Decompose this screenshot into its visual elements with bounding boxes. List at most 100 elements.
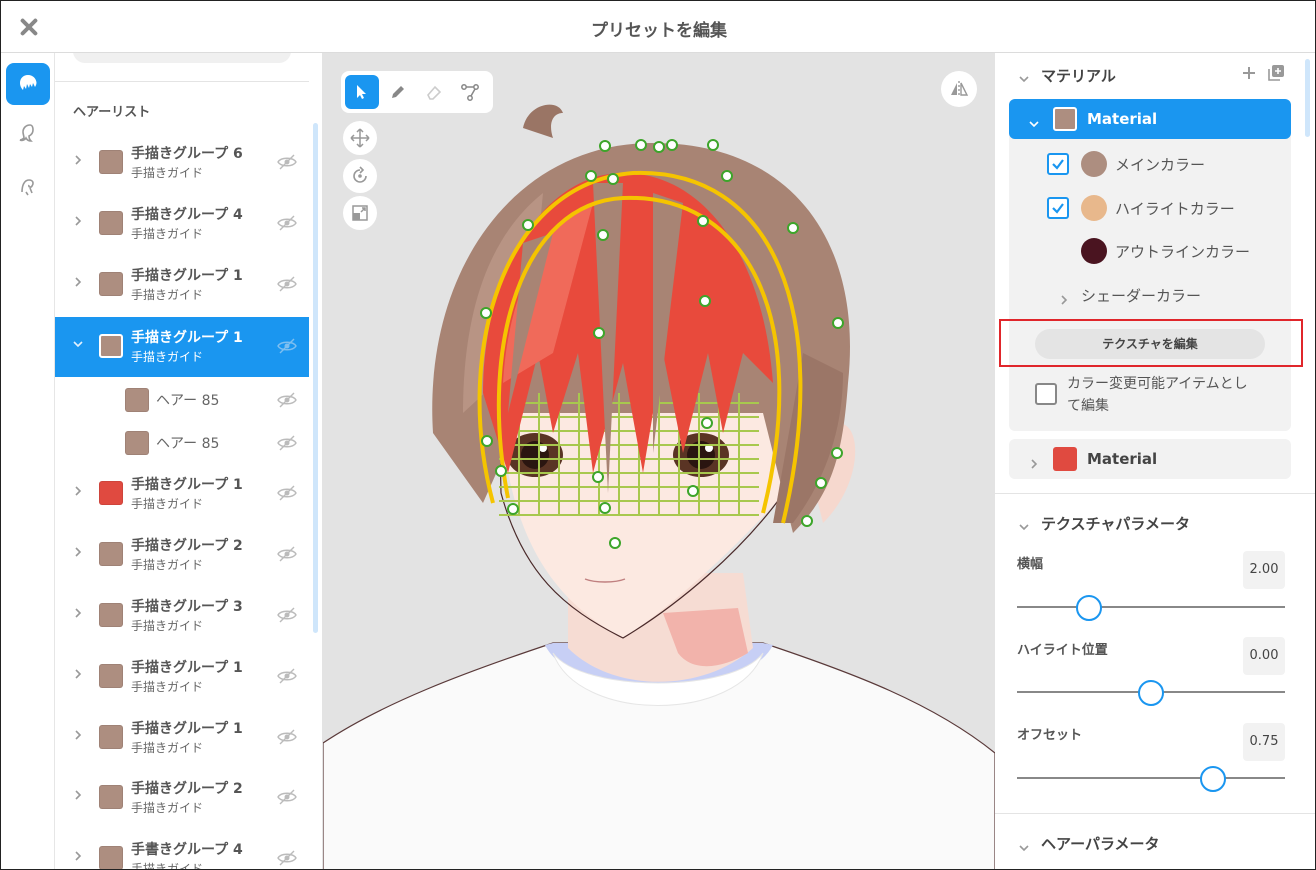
list-scrollbar[interactable] <box>313 123 318 633</box>
hair-group-row[interactable]: 手描きグループ 4 手描きガイド <box>55 194 309 254</box>
hair-group-row[interactable]: 手描きグループ 1 手描きガイド <box>55 255 309 315</box>
slider-thumb[interactable] <box>1076 595 1103 621</box>
hide-icon[interactable] <box>277 546 297 562</box>
pen-tool-button[interactable] <box>381 75 415 109</box>
chevron-right-icon[interactable] <box>73 851 83 861</box>
highlight-color-dot[interactable] <box>1081 195 1107 221</box>
hair-group-row[interactable]: 手描きグループ 3 手描きガイド <box>55 586 309 646</box>
hide-icon[interactable] <box>277 276 297 292</box>
eraser-tool-button[interactable] <box>417 75 451 109</box>
rotate-tool-button[interactable] <box>343 159 377 193</box>
outline-color-row[interactable]: アウトラインカラー <box>1009 231 1291 271</box>
select-tool-button[interactable] <box>345 75 379 109</box>
chevron-right-icon[interactable] <box>73 155 83 165</box>
chevron-right-icon[interactable] <box>73 669 83 679</box>
highlight-position-slider[interactable] <box>1017 678 1285 706</box>
move-tool-button[interactable] <box>343 121 377 155</box>
editable-item-label-line2: て編集 <box>1067 398 1109 414</box>
hair-group-row[interactable]: 手描きグループ 2 手描きガイド <box>55 768 309 828</box>
scale-tool-button[interactable] <box>343 196 377 230</box>
duplicate-icon[interactable] <box>1267 64 1285 82</box>
outline-color-label: アウトラインカラー <box>1115 243 1251 261</box>
chevron-down-icon[interactable] <box>1019 517 1029 531</box>
hair-group-subtitle: 手描きガイド <box>131 680 204 694</box>
chevron-right-icon[interactable] <box>73 486 83 496</box>
check-icon <box>1052 203 1064 214</box>
highlight-color-checkbox[interactable] <box>1047 197 1069 219</box>
hide-icon[interactable] <box>277 668 297 684</box>
hair-color-swatch <box>99 272 123 296</box>
chevron-right-icon[interactable] <box>1029 454 1039 469</box>
hide-icon[interactable] <box>277 789 297 805</box>
hide-icon[interactable] <box>277 607 297 623</box>
hide-icon[interactable] <box>277 435 297 451</box>
width-slider[interactable] <box>1017 593 1285 621</box>
chevron-right-icon[interactable] <box>73 216 83 226</box>
hair-category-button[interactable] <box>6 63 50 105</box>
highlight-position-value[interactable]: 0.00 <box>1243 637 1285 675</box>
curve-tool-button[interactable] <box>453 75 487 109</box>
hair-group-title: 手描きグループ 1 <box>131 660 243 676</box>
offset-slider[interactable] <box>1017 764 1285 792</box>
hide-icon[interactable] <box>277 154 297 170</box>
hide-icon[interactable] <box>277 729 297 745</box>
create-group-button[interactable] <box>73 53 291 63</box>
slider-thumb[interactable] <box>1199 766 1226 792</box>
outline-color-dot[interactable] <box>1081 238 1107 264</box>
chevron-down-icon[interactable] <box>73 339 83 349</box>
main-color-dot[interactable] <box>1081 151 1107 177</box>
highlight-color-row[interactable]: ハイライトカラー <box>1009 188 1291 228</box>
hair-strand-row[interactable]: ヘアー 85 <box>55 378 309 421</box>
hair-list-panel: ヘアーリスト 手描きグループ 6 手描きガイド 手描きグループ 4 手描きガイド… <box>55 53 323 869</box>
chevron-right-icon[interactable] <box>73 790 83 800</box>
chevron-right-icon[interactable] <box>73 547 83 557</box>
hair-strand-title: ヘアー 85 <box>156 436 220 452</box>
editable-item-checkbox[interactable] <box>1035 383 1057 405</box>
hair-back-category-button[interactable] <box>6 113 50 155</box>
slider-thumb[interactable] <box>1138 680 1164 706</box>
hide-icon[interactable] <box>277 850 297 866</box>
mirror-button[interactable] <box>941 71 977 107</box>
hair-group-row[interactable]: 手描きグループ 2 手描きガイド <box>55 525 309 585</box>
hair-group-subtitle: 手描きガイド <box>131 288 204 302</box>
hair-group-row[interactable]: 手書きグループ 4 手描きガイド <box>55 829 309 869</box>
hair-color-swatch <box>125 431 149 455</box>
width-param-value[interactable]: 2.00 <box>1243 551 1285 589</box>
rotate-icon <box>353 166 367 183</box>
add-icon[interactable] <box>1241 65 1257 81</box>
highlight-color-label: ハイライトカラー <box>1115 200 1235 218</box>
chevron-down-icon[interactable] <box>1019 69 1029 83</box>
hide-icon[interactable] <box>277 392 297 408</box>
hair-group-subtitle: 手描きガイド <box>131 558 204 572</box>
shader-color-row[interactable]: シェーダーカラー <box>1009 275 1291 315</box>
chevron-right-icon[interactable] <box>1059 290 1069 305</box>
hair-group-row[interactable]: 手描きグループ 1 手描きガイド <box>55 647 309 707</box>
chevron-down-icon[interactable] <box>1019 838 1029 852</box>
hair-strand-row[interactable]: ヘアー 85 <box>55 421 309 464</box>
hide-icon[interactable] <box>277 485 297 501</box>
chevron-right-icon[interactable] <box>73 608 83 618</box>
chevron-right-icon[interactable] <box>73 730 83 740</box>
avatar-preview <box>323 104 995 869</box>
avatar-viewport[interactable] <box>323 53 995 869</box>
hide-icon[interactable] <box>277 215 297 231</box>
editable-item-row[interactable]: カラー変更可能アイテムとし て編集 <box>1009 371 1291 419</box>
hair-group-row[interactable]: 手描きグループ 6 手描きガイド <box>55 133 309 193</box>
chevron-down-icon[interactable] <box>1029 114 1039 128</box>
chevron-right-icon[interactable] <box>73 277 83 287</box>
ahoge-category-button[interactable] <box>6 165 50 207</box>
main-color-checkbox[interactable] <box>1047 153 1069 175</box>
editable-item-label-line1: カラー変更可能アイテムとし <box>1067 376 1248 392</box>
hair-group-row[interactable]: 手描きグループ 1 手描きガイド <box>55 464 309 524</box>
offset-value[interactable]: 0.75 <box>1243 723 1285 761</box>
properties-scrollbar[interactable] <box>1305 59 1310 137</box>
hair-color-swatch <box>99 785 123 809</box>
divider <box>55 81 309 82</box>
material-color-swatch <box>1053 107 1077 131</box>
hair-group-row-selected[interactable]: 手描きグループ 1 手描きガイド <box>55 317 309 377</box>
material-header-active[interactable]: Material <box>1009 99 1291 139</box>
hide-icon[interactable] <box>277 338 297 354</box>
material-header[interactable]: Material <box>1009 439 1291 479</box>
hair-group-row[interactable]: 手描きグループ 1 手描きガイド <box>55 708 309 768</box>
main-color-row[interactable]: メインカラー <box>1009 144 1291 184</box>
